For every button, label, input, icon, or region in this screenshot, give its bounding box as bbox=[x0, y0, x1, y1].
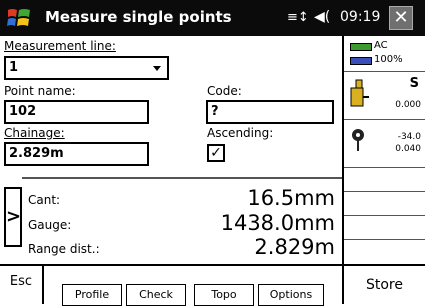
code-label: Code: bbox=[207, 84, 242, 98]
gauge-label: Gauge: bbox=[28, 218, 72, 232]
point-name-input[interactable]: 102 bbox=[4, 100, 149, 124]
clock[interactable]: 09:19 bbox=[340, 9, 380, 25]
cant-value: 16.5mm bbox=[247, 186, 335, 210]
prism-status-cell[interactable]: S 0.000 bbox=[344, 72, 425, 120]
status-slot-3[interactable] bbox=[344, 216, 425, 240]
chainage-input[interactable]: 2.829m bbox=[4, 142, 149, 166]
battery-icon bbox=[350, 57, 372, 65]
prism-s-label: S bbox=[409, 76, 419, 91]
target-icon bbox=[352, 129, 364, 151]
status-slot-2[interactable] bbox=[344, 192, 425, 216]
divider bbox=[22, 177, 342, 179]
power-label: AC bbox=[374, 40, 388, 51]
gauge-value: 1438.0mm bbox=[220, 211, 335, 235]
target-status-cell[interactable]: -34.0 0.040 bbox=[344, 120, 425, 168]
status-slot-4[interactable] bbox=[344, 240, 425, 264]
target-bottom-value: 0.040 bbox=[395, 144, 421, 154]
prism-icon bbox=[350, 79, 369, 107]
chainage-label: Chainage: bbox=[4, 126, 65, 140]
window-title: Measure single points bbox=[45, 8, 232, 26]
point-name-label: Point name: bbox=[4, 84, 76, 98]
power-status-cell[interactable]: AC 100% bbox=[344, 36, 425, 72]
title-bar: Measure single points ≡↕ ◀( 09:19 ✕ bbox=[0, 0, 425, 36]
connectivity-icon[interactable]: ≡↕ bbox=[287, 10, 309, 25]
tab-topo[interactable]: Topo bbox=[194, 284, 254, 306]
cant-label: Cant: bbox=[28, 193, 61, 207]
ascending-label: Ascending: bbox=[207, 126, 274, 140]
status-slot-1[interactable] bbox=[344, 168, 425, 192]
target-top-value: -34.0 bbox=[397, 132, 421, 142]
windows-start-icon[interactable] bbox=[6, 5, 32, 31]
battery-label: 100% bbox=[374, 54, 403, 65]
prism-value: 0.000 bbox=[395, 100, 421, 110]
code-input[interactable]: ? bbox=[206, 100, 334, 124]
tab-options[interactable]: Options bbox=[258, 284, 324, 306]
main-panel: Measurement line: 1 Point name: 102 Code… bbox=[0, 36, 342, 264]
esc-button[interactable]: Esc bbox=[0, 266, 44, 304]
measurement-line-dropdown[interactable]: 1 bbox=[4, 56, 169, 80]
range-dist-value: 2.829m bbox=[254, 235, 335, 259]
results-nav-button[interactable]: > bbox=[4, 187, 22, 247]
bottom-toolbar: Esc Profile Check Topo Options Store bbox=[0, 264, 425, 306]
status-panel: AC 100% S 0.000 -34.0 0.040 bbox=[342, 36, 425, 264]
measurement-line-value: 1 bbox=[9, 60, 19, 75]
range-dist-label: Range dist.: bbox=[28, 242, 100, 256]
store-button[interactable]: Store bbox=[342, 266, 425, 304]
chevron-down-icon bbox=[153, 66, 161, 71]
measurement-line-label: Measurement line: bbox=[4, 39, 116, 53]
ascending-checkbox[interactable]: ✓ bbox=[207, 144, 225, 162]
power-icon bbox=[350, 43, 372, 51]
volume-icon[interactable]: ◀( bbox=[314, 9, 330, 25]
tab-profile[interactable]: Profile bbox=[62, 284, 122, 306]
tab-check[interactable]: Check bbox=[126, 284, 186, 306]
close-button[interactable]: ✕ bbox=[389, 6, 413, 30]
